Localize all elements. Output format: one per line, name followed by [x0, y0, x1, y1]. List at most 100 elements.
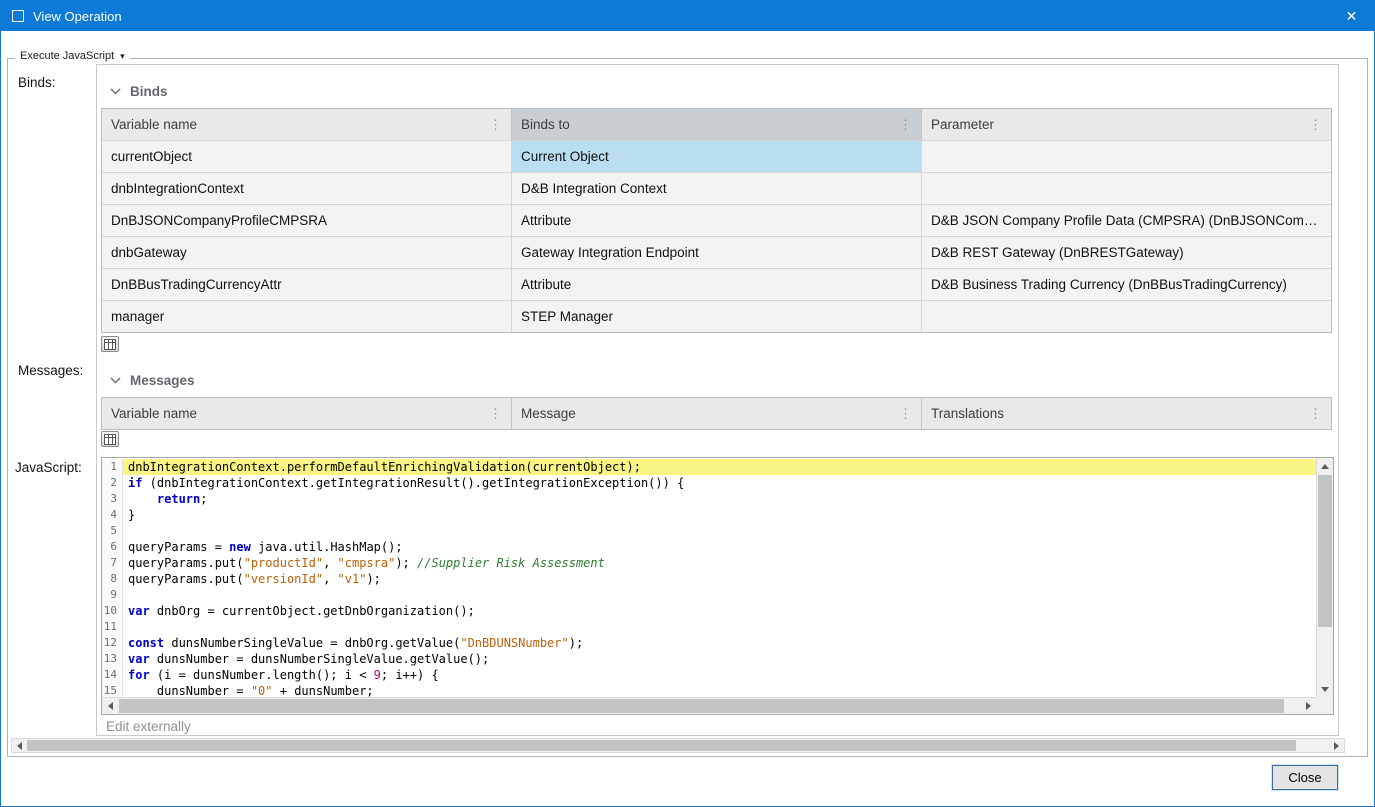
table-cell[interactable]: Attribute [512, 205, 922, 236]
line-number: 2 [102, 475, 123, 491]
table-row[interactable]: managerSTEP Manager [102, 300, 1331, 332]
table-cell[interactable]: Current Object [512, 141, 922, 172]
table-cell[interactable]: manager [102, 301, 512, 332]
column-header-translations[interactable]: Translations⋮ [922, 398, 1331, 429]
title-bar: View Operation ✕ [1, 1, 1374, 31]
table-row[interactable]: dnbGatewayGateway Integration EndpointD&… [102, 236, 1331, 268]
window-title: View Operation [33, 9, 122, 24]
binds-section-title: Binds [130, 84, 168, 99]
code-line[interactable]: 5 [102, 523, 1316, 539]
column-menu-icon[interactable]: ⋮ [893, 406, 912, 422]
code-line[interactable]: 3 return; [102, 491, 1316, 507]
code-line[interactable]: 9 [102, 587, 1316, 603]
window-icon [12, 10, 24, 22]
code-line[interactable]: 8queryParams.put("versionId", "v1"); [102, 571, 1316, 587]
binds-table: Variable name⋮Binds to⋮Parameter⋮ curren… [101, 108, 1332, 333]
code-line[interactable]: 15 dunsNumber = "0" + dunsNumber; [102, 683, 1316, 697]
close-button[interactable]: Close [1272, 765, 1338, 790]
code-text: var dunsNumber = dunsNumberSingleValue.g… [123, 651, 1316, 667]
code-line[interactable]: 7queryParams.put("productId", "cmpsra");… [102, 555, 1316, 571]
column-header-label: Binds to [521, 117, 893, 132]
table-cell[interactable]: D&B Integration Context [512, 173, 922, 204]
table-cell[interactable] [922, 141, 1331, 172]
table-cell[interactable]: dnbGateway [102, 237, 512, 268]
code-text: for (i = dunsNumber.length(); i < 9; i++… [123, 667, 1316, 683]
line-number: 11 [102, 619, 123, 635]
code-line[interactable]: 13var dunsNumber = dunsNumberSingleValue… [102, 651, 1316, 667]
code-line[interactable]: 12const dunsNumberSingleValue = dnbOrg.g… [102, 635, 1316, 651]
column-header-binds-to[interactable]: Binds to⋮ [512, 109, 922, 140]
code-text: var dnbOrg = currentObject.getDnbOrganiz… [123, 603, 1316, 619]
scroll-left-button[interactable] [102, 698, 118, 714]
vertical-scroll-thumb[interactable] [1318, 475, 1332, 627]
down-arrow-icon [1321, 687, 1329, 692]
line-number: 3 [102, 491, 123, 507]
scroll-down-button[interactable] [1317, 681, 1333, 697]
line-number: 4 [102, 507, 123, 523]
column-header-label: Translations [931, 406, 1303, 421]
table-cell[interactable]: STEP Manager [512, 301, 922, 332]
editor-horizontal-scrollbar[interactable] [102, 697, 1316, 714]
table-cell[interactable]: D&B Business Trading Currency (DnBBusTra… [922, 269, 1331, 300]
horizontal-scroll-thumb[interactable] [27, 740, 1296, 751]
code-line[interactable]: 14for (i = dunsNumber.length(); i < 9; i… [102, 667, 1316, 683]
code-line[interactable]: 10var dnbOrg = currentObject.getDnbOrgan… [102, 603, 1316, 619]
operation-type-dropdown[interactable]: Execute JavaScript ▾ [15, 50, 130, 62]
table-cell[interactable]: DnBJSONCompanyProfileCMPSRA [102, 205, 512, 236]
table-row[interactable]: DnBBusTradingCurrencyAttrAttributeD&B Bu… [102, 268, 1331, 300]
column-header-variable-name[interactable]: Variable name⋮ [102, 109, 512, 140]
table-row[interactable]: DnBJSONCompanyProfileCMPSRAAttributeD&B … [102, 204, 1331, 236]
table-row[interactable]: dnbIntegrationContextD&B Integration Con… [102, 172, 1331, 204]
editor-vertical-scrollbar[interactable] [1316, 458, 1333, 697]
table-cell[interactable]: D&B JSON Company Profile Data (CMPSRA) (… [922, 205, 1331, 236]
table-cell[interactable]: Gateway Integration Endpoint [512, 237, 922, 268]
code-line[interactable]: 6queryParams = new java.util.HashMap(); [102, 539, 1316, 555]
line-number: 8 [102, 571, 123, 587]
binds-table-tool-button[interactable] [101, 336, 119, 352]
column-menu-icon[interactable]: ⋮ [1303, 406, 1322, 422]
column-menu-icon[interactable]: ⋮ [483, 406, 502, 422]
code-text: queryParams = new java.util.HashMap(); [123, 539, 1316, 555]
table-cell[interactable]: DnBBusTradingCurrencyAttr [102, 269, 512, 300]
column-header-message[interactable]: Message⋮ [512, 398, 922, 429]
column-menu-icon[interactable]: ⋮ [1303, 117, 1322, 133]
table-row[interactable]: currentObjectCurrent Object [102, 140, 1331, 172]
binds-section-header[interactable]: Binds [110, 84, 168, 99]
messages-label: Messages: [18, 363, 83, 378]
code-line[interactable]: 1dnbIntegrationContext.performDefaultEnr… [102, 459, 1316, 475]
horizontal-scroll-thumb[interactable] [119, 699, 1284, 713]
table-cell[interactable]: Attribute [512, 269, 922, 300]
scroll-left-button[interactable] [12, 739, 27, 752]
table-cell[interactable]: dnbIntegrationContext [102, 173, 512, 204]
code-line[interactable]: 4} [102, 507, 1316, 523]
table-cell[interactable] [922, 301, 1331, 332]
code-line[interactable]: 2if (dnbIntegrationContext.getIntegratio… [102, 475, 1316, 491]
edit-externally-link[interactable]: Edit externally [106, 719, 191, 734]
scroll-right-button[interactable] [1329, 739, 1344, 752]
column-menu-icon[interactable]: ⋮ [893, 117, 912, 133]
column-header-parameter[interactable]: Parameter⋮ [922, 109, 1331, 140]
scroll-up-button[interactable] [1317, 458, 1333, 474]
table-cell[interactable]: D&B REST Gateway (DnBRESTGateway) [922, 237, 1331, 268]
line-number: 14 [102, 667, 123, 683]
javascript-code-editor[interactable]: 1dnbIntegrationContext.performDefaultEnr… [101, 457, 1334, 715]
line-number: 9 [102, 587, 123, 603]
window-close-button[interactable]: ✕ [1329, 1, 1374, 31]
column-menu-icon[interactable]: ⋮ [483, 117, 502, 133]
code-text [123, 523, 1316, 539]
binds-table-body: currentObjectCurrent ObjectdnbIntegratio… [102, 140, 1331, 332]
table-cell[interactable]: currentObject [102, 141, 512, 172]
column-header-variable-name[interactable]: Variable name⋮ [102, 398, 512, 429]
line-number: 12 [102, 635, 123, 651]
code-text [123, 619, 1316, 635]
dialog-horizontal-scrollbar[interactable] [11, 738, 1345, 753]
code-line[interactable]: 11 [102, 619, 1316, 635]
messages-table-tool-button[interactable] [101, 431, 119, 447]
column-header-label: Parameter [931, 117, 1303, 132]
column-header-label: Variable name [111, 406, 483, 421]
code-text: dnbIntegrationContext.performDefaultEnri… [123, 459, 1316, 475]
table-cell[interactable] [922, 173, 1331, 204]
messages-section-header[interactable]: Messages [110, 373, 195, 388]
javascript-label: JavaScript: [15, 460, 82, 475]
scroll-right-button[interactable] [1300, 698, 1316, 714]
